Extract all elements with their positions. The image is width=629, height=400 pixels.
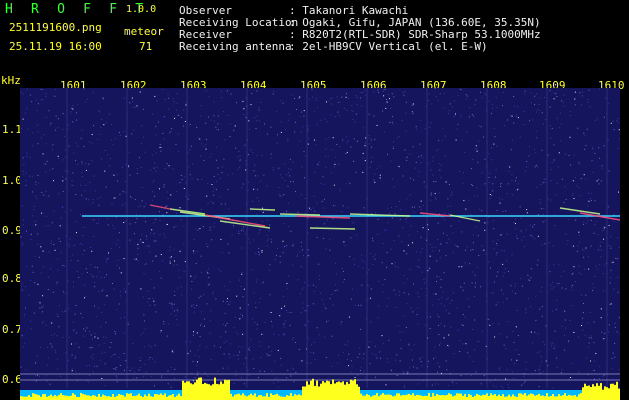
antenna-value: : 2el-HB9CV Vertical (el. E-W) [289, 40, 488, 53]
location-label: Receiving Location [179, 16, 299, 29]
y-tick-label: 0.6 [2, 373, 22, 386]
receiver-value: : R820T2(RTL-SDR) SDR-Sharp 53.1000MHz [289, 28, 541, 41]
y-tick-label: 0.7 [2, 323, 22, 336]
spectrogram-image [20, 88, 620, 400]
observer-label: Observer [179, 4, 232, 17]
y-tick-label: 0.9 [2, 224, 22, 237]
spectrogram-panel [20, 88, 620, 400]
antenna-label: Receiving antenna [179, 40, 292, 53]
meteor-label: meteor [124, 25, 164, 38]
observer-value: : Takanori Kawachi [289, 4, 409, 17]
observation-datetime: 25.11.19 16:00 [9, 40, 102, 53]
spectrogram-background [20, 88, 620, 400]
y-tick-label: 1.0 [2, 174, 22, 187]
receiver-label: Receiver [179, 28, 232, 41]
location-value: : Ogaki, Gifu, JAPAN (136.60E, 35.35N) [289, 16, 541, 29]
y-axis-unit: kHz [1, 74, 21, 87]
meteor-count: 71 [139, 40, 153, 53]
info-header: H R O F F T 1.0.0 2511191600.png meteor … [0, 0, 629, 74]
image-filename: 2511191600.png [9, 21, 102, 34]
y-tick-label: 0.8 [2, 272, 22, 285]
app-version: 1.0.0 [126, 4, 157, 15]
y-tick-label: 1.1 [2, 123, 22, 136]
